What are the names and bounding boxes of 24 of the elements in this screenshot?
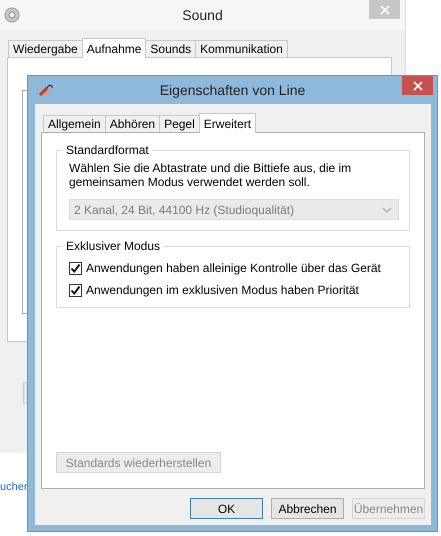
window-title: Sound	[181, 7, 224, 23]
checkbox[interactable]	[69, 262, 82, 274]
tab[interactable]: Aufnahme	[82, 38, 146, 58]
link[interactable]: ucher	[0, 481, 28, 493]
checkbox-label: Anwendungen im exklusiven Modus haben Priorität	[86, 283, 359, 297]
dialog-title: Eigenschaften von Line	[158, 82, 306, 98]
chevron-icon	[382, 206, 392, 212]
plug-icon	[38, 83, 54, 97]
dialog-button[interactable]: Abbrechen	[271, 498, 344, 519]
tab[interactable]: Erweitert	[198, 113, 256, 133]
close-icon	[380, 4, 390, 14]
tab[interactable]: Allgemein	[43, 115, 106, 132]
speaker-icon	[4, 7, 20, 23]
tab[interactable]: Kommunikation	[195, 40, 288, 57]
checkbox[interactable]	[69, 284, 82, 296]
tab[interactable]: Wiedergabe	[8, 40, 83, 57]
description: Wählen Sie die Abtastrate und die Bittiefe aus, die im gemeinsamen Modus verwendet werden soll.	[69, 161, 352, 189]
group-title: Exklusiver Modus	[65, 239, 162, 253]
tab[interactable]: Pegel	[159, 115, 200, 132]
checkbox-label: Anwendungen haben alleinige Kontrolle über das Gerät	[86, 261, 381, 275]
dialog-button[interactable]: OK	[190, 498, 263, 519]
close-button[interactable]	[402, 76, 433, 95]
close-icon	[412, 80, 422, 90]
group-title: Standardformat	[65, 143, 150, 157]
